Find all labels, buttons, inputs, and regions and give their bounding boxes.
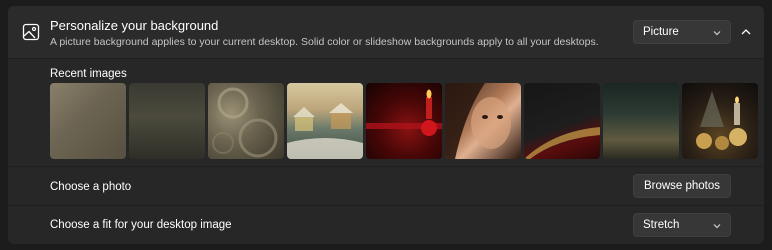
- recent-image-dark-gold[interactable]: [603, 83, 679, 159]
- recent-image-portrait[interactable]: [445, 83, 521, 159]
- portrait-scene: [445, 83, 511, 159]
- fit-value: Stretch: [643, 219, 680, 231]
- chevron-down-icon: [713, 31, 721, 36]
- recent-image-dark-olive[interactable]: [129, 83, 205, 159]
- recent-images-label: Recent images: [50, 68, 127, 80]
- recent-image-christmas-ornaments[interactable]: [682, 83, 758, 159]
- choose-fit-label: Choose a fit for your desktop image: [50, 219, 232, 231]
- background-type-value: Picture: [643, 26, 679, 38]
- village-scene: [287, 103, 363, 159]
- browse-photos-button[interactable]: Browse photos: [633, 174, 731, 198]
- divider: [8, 166, 764, 167]
- fit-dropdown[interactable]: Stretch: [633, 213, 731, 237]
- background-header[interactable]: Personalize your background A picture ba…: [8, 6, 764, 58]
- chevron-down-icon: [713, 224, 721, 229]
- chevron-up-icon[interactable]: [738, 24, 754, 40]
- recent-image-dark-red-curve[interactable]: [524, 83, 600, 159]
- divider: [8, 58, 764, 59]
- setting-title: Personalize your background: [50, 18, 219, 33]
- swirl-pattern: [212, 87, 278, 158]
- choose-photo-label: Choose a photo: [50, 181, 132, 193]
- ornaments-scene: [696, 91, 747, 150]
- recent-image-abstract-swirls[interactable]: [208, 83, 284, 159]
- recent-images-strip: [50, 83, 762, 159]
- background-settings-card: Personalize your background A picture ba…: [8, 6, 764, 244]
- recent-image-winter-village[interactable]: [287, 83, 363, 159]
- divider: [8, 205, 764, 206]
- recent-image-brushed-metal[interactable]: [50, 83, 126, 159]
- setting-description: A picture background applies to your cur…: [50, 36, 599, 48]
- background-type-dropdown[interactable]: Picture: [633, 20, 731, 44]
- recent-image-red-candle[interactable]: [366, 83, 442, 159]
- candle-scene: [366, 89, 442, 136]
- curve-shape: [524, 127, 600, 159]
- image-icon: [22, 23, 40, 41]
